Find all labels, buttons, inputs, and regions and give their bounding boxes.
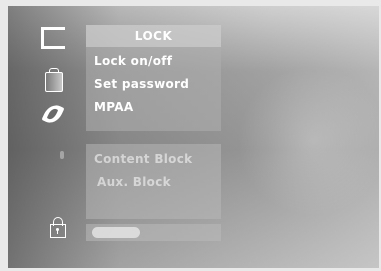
lock-icon[interactable] <box>50 217 66 238</box>
audio-icon[interactable] <box>45 68 63 92</box>
menu-item-mpaa[interactable]: MPAA <box>94 100 133 114</box>
bottom-pill-indicator <box>92 227 140 238</box>
screen-icon[interactable] <box>41 27 69 49</box>
setup-icon[interactable] <box>60 151 64 159</box>
picture-icon[interactable] <box>41 101 65 127</box>
menu-item-lock-on-off[interactable]: Lock on/off <box>94 54 172 68</box>
submenu-item-content-block[interactable]: Content Block <box>94 152 192 166</box>
menu-title: LOCK <box>86 25 221 47</box>
tv-osd-screen: LOCK Lock on/off Set password MPAA Conte… <box>8 6 379 268</box>
lock-menu-panel: LOCK Lock on/off Set password MPAA <box>86 25 221 131</box>
bottom-bar <box>86 224 221 241</box>
menu-item-set-password[interactable]: Set password <box>94 77 189 91</box>
submenu-panel: Content Block Aux. Block <box>86 144 221 219</box>
submenu-item-aux-block[interactable]: Aux. Block <box>97 175 171 189</box>
